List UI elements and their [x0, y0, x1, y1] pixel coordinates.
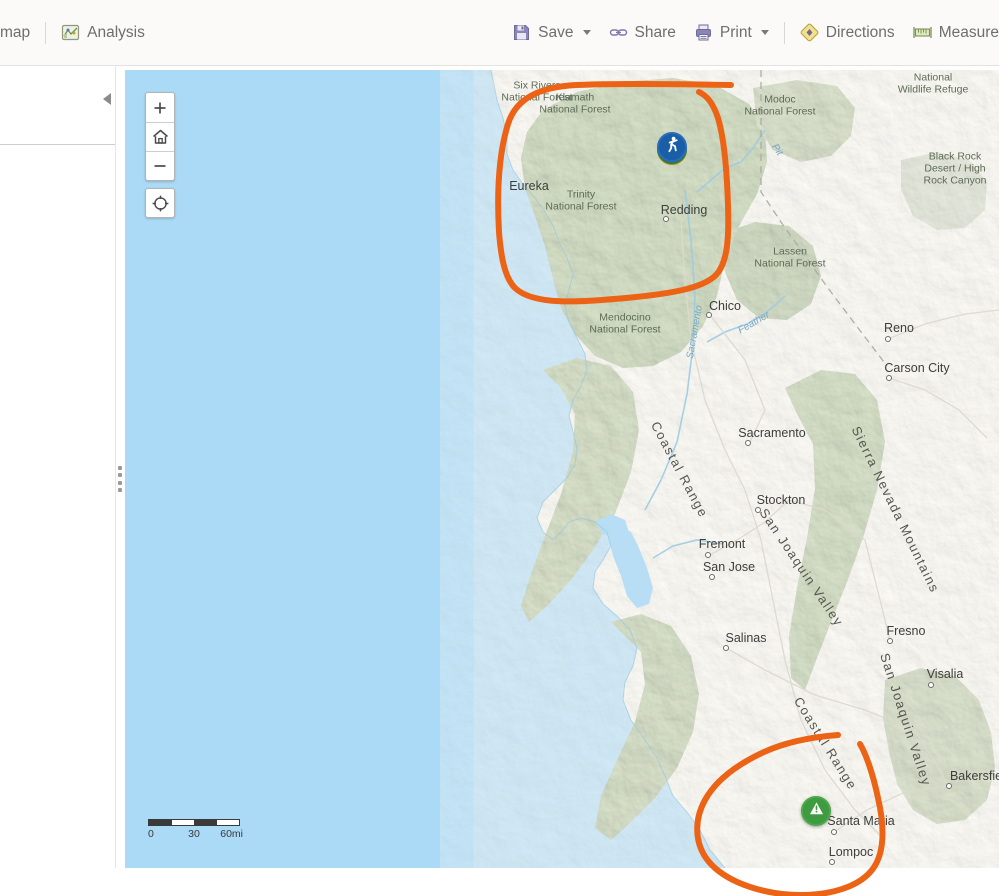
zoom-controls[interactable]	[145, 92, 175, 181]
scale-segment	[194, 820, 217, 825]
map-city-dot	[886, 375, 892, 381]
panel-resize-handle[interactable]	[118, 466, 124, 492]
marker-camping-south[interactable]	[801, 796, 831, 826]
directions-icon	[800, 23, 819, 42]
left-side-panel	[0, 66, 116, 868]
scale-segment	[149, 820, 172, 825]
locate-icon	[152, 195, 168, 211]
directions-button[interactable]: Directions	[791, 17, 904, 48]
share-label: Share	[634, 23, 676, 41]
map-city-dot	[928, 682, 934, 688]
analysis-label: Analysis	[87, 23, 145, 41]
basemap-button[interactable]: map	[0, 19, 39, 47]
hiking-icon	[664, 136, 681, 158]
panel-header-section	[0, 66, 115, 145]
analysis-icon	[61, 23, 80, 42]
analysis-button[interactable]: Analysis	[52, 17, 154, 48]
toolbar-divider-2	[783, 21, 785, 44]
scale-segment	[171, 820, 194, 825]
toolbar-divider-1	[45, 21, 47, 44]
save-label: Save	[538, 23, 574, 41]
map-viewport[interactable]: Eureka Redding Chico Reno Carson City Sacrame…	[125, 70, 999, 868]
map-basemap	[125, 70, 999, 868]
zoom-in-button[interactable]	[146, 93, 174, 122]
map-city-dot	[831, 829, 837, 835]
measure-icon	[913, 23, 932, 42]
map-city-dot	[706, 312, 712, 318]
share-icon	[609, 23, 628, 42]
plus-icon	[154, 102, 166, 113]
chevron-down-icon[interactable]	[582, 30, 591, 35]
print-label: Print	[719, 23, 752, 41]
map-city-dot	[723, 645, 729, 651]
map-city-dot	[887, 638, 893, 644]
map-city-dot	[745, 440, 751, 446]
map-city-dot	[663, 216, 669, 222]
handle-dot	[118, 480, 122, 485]
save-button[interactable]: Save	[503, 17, 599, 48]
home-icon	[152, 129, 168, 144]
map-city-dot	[829, 859, 835, 865]
map-city-dot	[709, 574, 715, 580]
handle-dot	[118, 466, 122, 470]
map-city-dot	[705, 552, 711, 558]
basemap-label: map	[0, 23, 31, 41]
map-city-dot	[755, 507, 761, 513]
scale-bar-labels: 0 30 60mi	[148, 828, 243, 842]
measure-label: Measure	[938, 23, 999, 41]
locate-button[interactable]	[145, 188, 175, 218]
marker-hiking-north[interactable]	[657, 132, 687, 162]
print-icon	[694, 23, 713, 42]
handle-dot	[118, 487, 122, 492]
scale-label-middle: 30	[188, 828, 200, 840]
save-icon	[512, 23, 531, 42]
map-city-dot	[946, 783, 952, 789]
scale-bar: 0 30 60mi	[148, 819, 243, 842]
collapse-panel-arrow-icon[interactable]	[103, 93, 111, 105]
zoom-out-button[interactable]	[146, 151, 174, 180]
measure-button[interactable]: Measure	[904, 17, 999, 48]
scale-label-end: 60mi	[220, 828, 243, 840]
top-toolbar: map Analysis Save Share Print Directions…	[0, 0, 999, 66]
chevron-down-icon[interactable]	[760, 30, 769, 35]
toolbar-left-group: map Analysis	[0, 0, 154, 65]
print-button[interactable]: Print	[685, 17, 778, 48]
panel-body-section	[0, 145, 115, 868]
map-city-dot	[885, 336, 891, 342]
scale-segment	[216, 820, 239, 825]
share-button[interactable]: Share	[600, 17, 685, 48]
minus-icon	[154, 165, 166, 167]
camping-icon	[808, 800, 825, 822]
home-button[interactable]	[146, 122, 174, 151]
toolbar-right-group: Save Share Print Directions Measure	[503, 0, 999, 65]
handle-dot	[118, 473, 122, 478]
scale-bar-track	[148, 819, 240, 826]
directions-label: Directions	[825, 23, 895, 41]
scale-label-start: 0	[148, 828, 154, 840]
